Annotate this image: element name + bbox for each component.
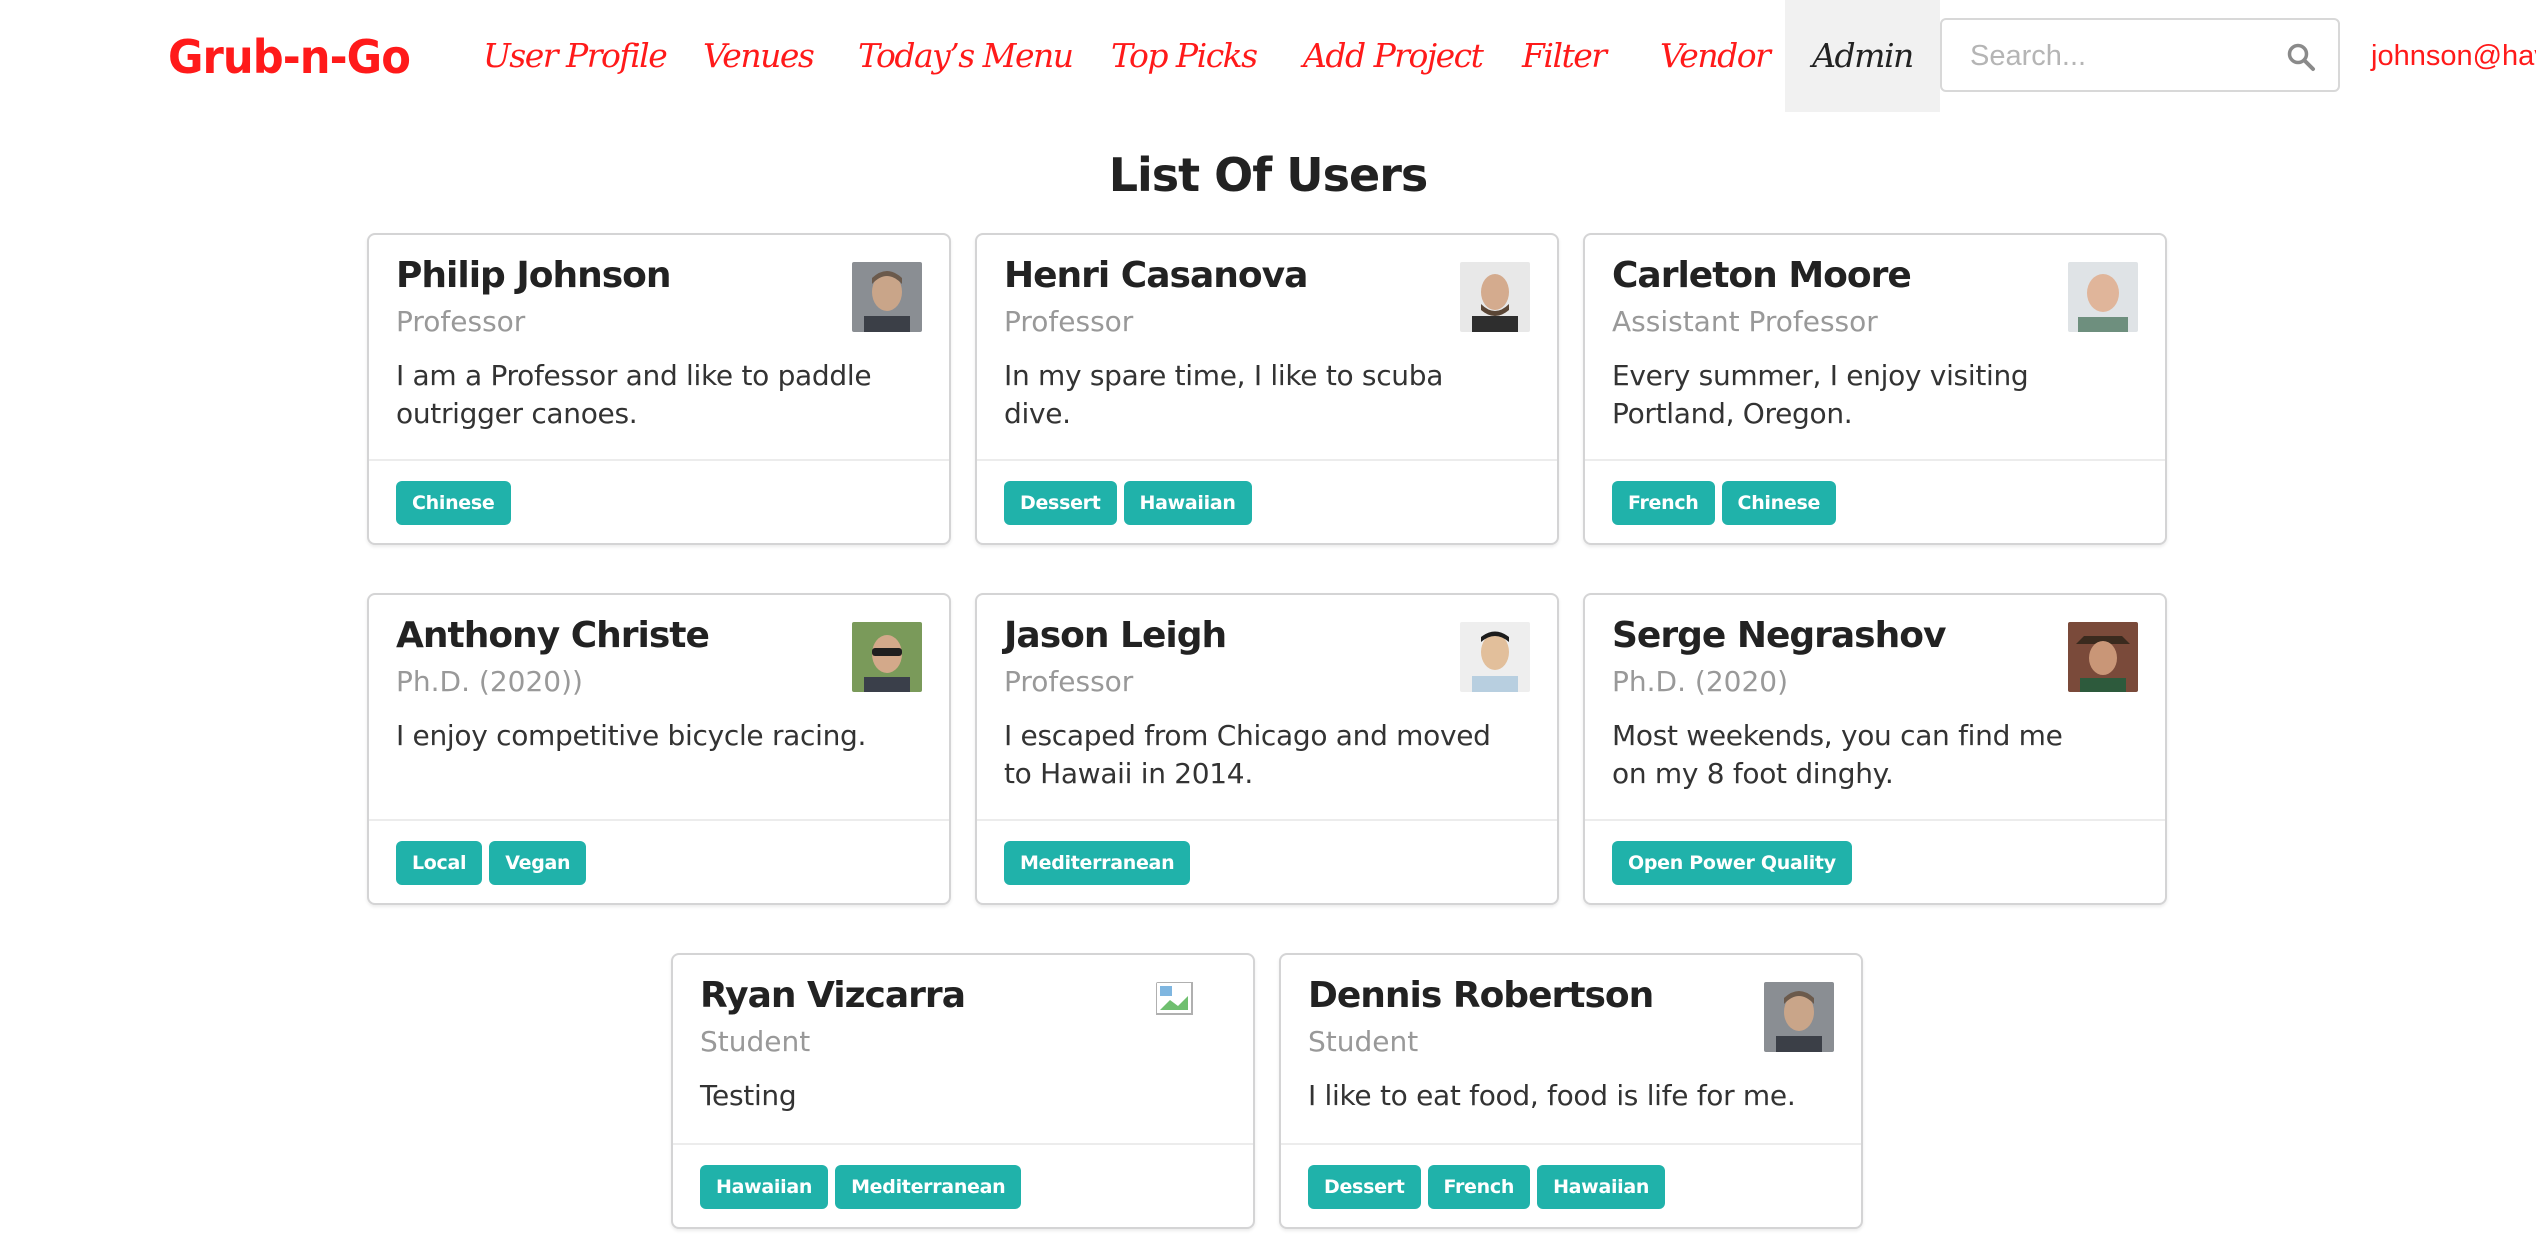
- user-bio: I am a Professor and like to paddle outr…: [396, 359, 872, 430]
- interest-tag: Local: [396, 841, 483, 885]
- user-title: Ph.D. (2020): [1612, 665, 1788, 698]
- user-title: Student: [700, 1025, 811, 1058]
- user-name: Jason Leigh: [1004, 615, 1227, 656]
- user-name: Carleton Moore: [1612, 255, 1912, 296]
- nav-todays-menu[interactable]: Today’s Menu: [858, 0, 1074, 112]
- avatar: [852, 622, 922, 692]
- card-divider: [369, 459, 949, 461]
- interest-tags: French Chinese: [1612, 481, 1837, 525]
- avatar: [1764, 982, 1834, 1052]
- card-divider: [977, 819, 1557, 821]
- user-name: Dennis Robertson: [1308, 975, 1654, 1016]
- interest-tag: Mediterranean: [1004, 841, 1191, 885]
- avatar: [1460, 262, 1530, 332]
- user-card: Dennis Robertson Student I like to eat f…: [1279, 953, 1863, 1229]
- user-card: Jason Leigh Professor I escaped from Chi…: [975, 593, 1559, 905]
- logo[interactable]: Grub-n-Go: [168, 22, 411, 92]
- user-card: Serge Negrashov Ph.D. (2020) Most weeken…: [1583, 593, 2167, 905]
- nav-top-picks[interactable]: Top Picks: [1111, 0, 1258, 112]
- page-title: List Of Users: [1108, 148, 1429, 202]
- interest-tags: Dessert Hawaiian: [1004, 481, 1252, 525]
- user-bio: Most weekends, you can find me on my 8 f…: [1612, 719, 2063, 790]
- avatar: [2068, 262, 2138, 332]
- card-divider: [673, 1143, 1253, 1145]
- avatar: [1460, 622, 1530, 692]
- card-divider: [1585, 459, 2165, 461]
- user-name: Ryan Vizcarra: [700, 975, 966, 1016]
- user-title: Professor: [1004, 665, 1134, 698]
- search-icon[interactable]: [2286, 42, 2316, 72]
- interest-tag: Hawaiian: [1537, 1165, 1666, 1209]
- interest-tag: French: [1612, 481, 1715, 525]
- interest-tags: Chinese: [396, 481, 511, 525]
- user-email-menu[interactable]: johnson@hav: [2371, 0, 2536, 112]
- interest-tag: Chinese: [396, 481, 511, 525]
- search-input[interactable]: [1968, 20, 2282, 92]
- user-card: Anthony Christe Ph.D. (2020)) I enjoy co…: [367, 593, 951, 905]
- interest-tags: Dessert French Hawaiian: [1308, 1165, 1666, 1209]
- card-divider: [369, 819, 949, 821]
- user-card: Ryan Vizcarra Student Testing Hawaiian M…: [671, 953, 1255, 1229]
- user-name: Serge Negrashov: [1612, 615, 1946, 656]
- card-divider: [1281, 1143, 1861, 1145]
- interest-tags: Open Power Quality: [1612, 841, 1852, 885]
- user-title: Professor: [396, 305, 526, 338]
- user-card: Philip Johnson Professor I am a Professo…: [367, 233, 951, 545]
- interest-tag: Vegan: [489, 841, 587, 885]
- user-card: Carleton Moore Assistant Professor Every…: [1583, 233, 2167, 545]
- nav-vendor[interactable]: Vendor: [1660, 0, 1771, 112]
- nav-venues[interactable]: Venues: [703, 0, 815, 112]
- user-title: Assistant Professor: [1612, 305, 1878, 338]
- navbar: Grub-n-Go User Profile Venues Today’s Me…: [0, 0, 2536, 112]
- interest-tag: French: [1427, 1165, 1531, 1209]
- user-name: Philip Johnson: [396, 255, 672, 296]
- interest-tag: Mediterranean: [835, 1165, 1022, 1209]
- broken-image-icon: [1156, 982, 1226, 1052]
- avatar: [852, 262, 922, 332]
- user-title: Ph.D. (2020)): [396, 665, 583, 698]
- avatar: [2068, 622, 2138, 692]
- nav-filter[interactable]: Filter: [1522, 0, 1607, 112]
- user-name: Henri Casanova: [1004, 255, 1308, 296]
- interest-tag: Dessert: [1004, 481, 1117, 525]
- interest-tags: Local Vegan: [396, 841, 587, 885]
- user-title: Student: [1308, 1025, 1419, 1058]
- user-card: Henri Casanova Professor In my spare tim…: [975, 233, 1559, 545]
- user-bio: I like to eat food, food is life for me.: [1308, 1079, 1796, 1112]
- search-box: [1940, 18, 2340, 92]
- user-bio: Testing: [700, 1079, 797, 1112]
- interest-tag: Dessert: [1308, 1165, 1421, 1209]
- interest-tag: Hawaiian: [700, 1165, 829, 1209]
- interest-tag: Open Power Quality: [1612, 841, 1852, 885]
- interest-tag: Hawaiian: [1123, 481, 1252, 525]
- user-title: Professor: [1004, 305, 1134, 338]
- user-bio: I enjoy competitive bicycle racing.: [396, 719, 867, 752]
- nav-admin[interactable]: Admin: [1785, 0, 1940, 112]
- nav-add-project[interactable]: Add Project: [1303, 0, 1484, 112]
- card-divider: [1585, 819, 2165, 821]
- interest-tag: Chinese: [1721, 481, 1837, 525]
- user-bio: In my spare time, I like to scuba dive.: [1004, 359, 1444, 430]
- interest-tags: Hawaiian Mediterranean: [700, 1165, 1022, 1209]
- interest-tags: Mediterranean: [1004, 841, 1191, 885]
- card-divider: [977, 459, 1557, 461]
- user-bio: I escaped from Chicago and moved to Hawa…: [1004, 719, 1491, 790]
- user-name: Anthony Christe: [396, 615, 710, 656]
- nav-user-profile[interactable]: User Profile: [483, 0, 668, 112]
- user-bio: Every summer, I enjoy visiting Portland,…: [1612, 359, 2029, 430]
